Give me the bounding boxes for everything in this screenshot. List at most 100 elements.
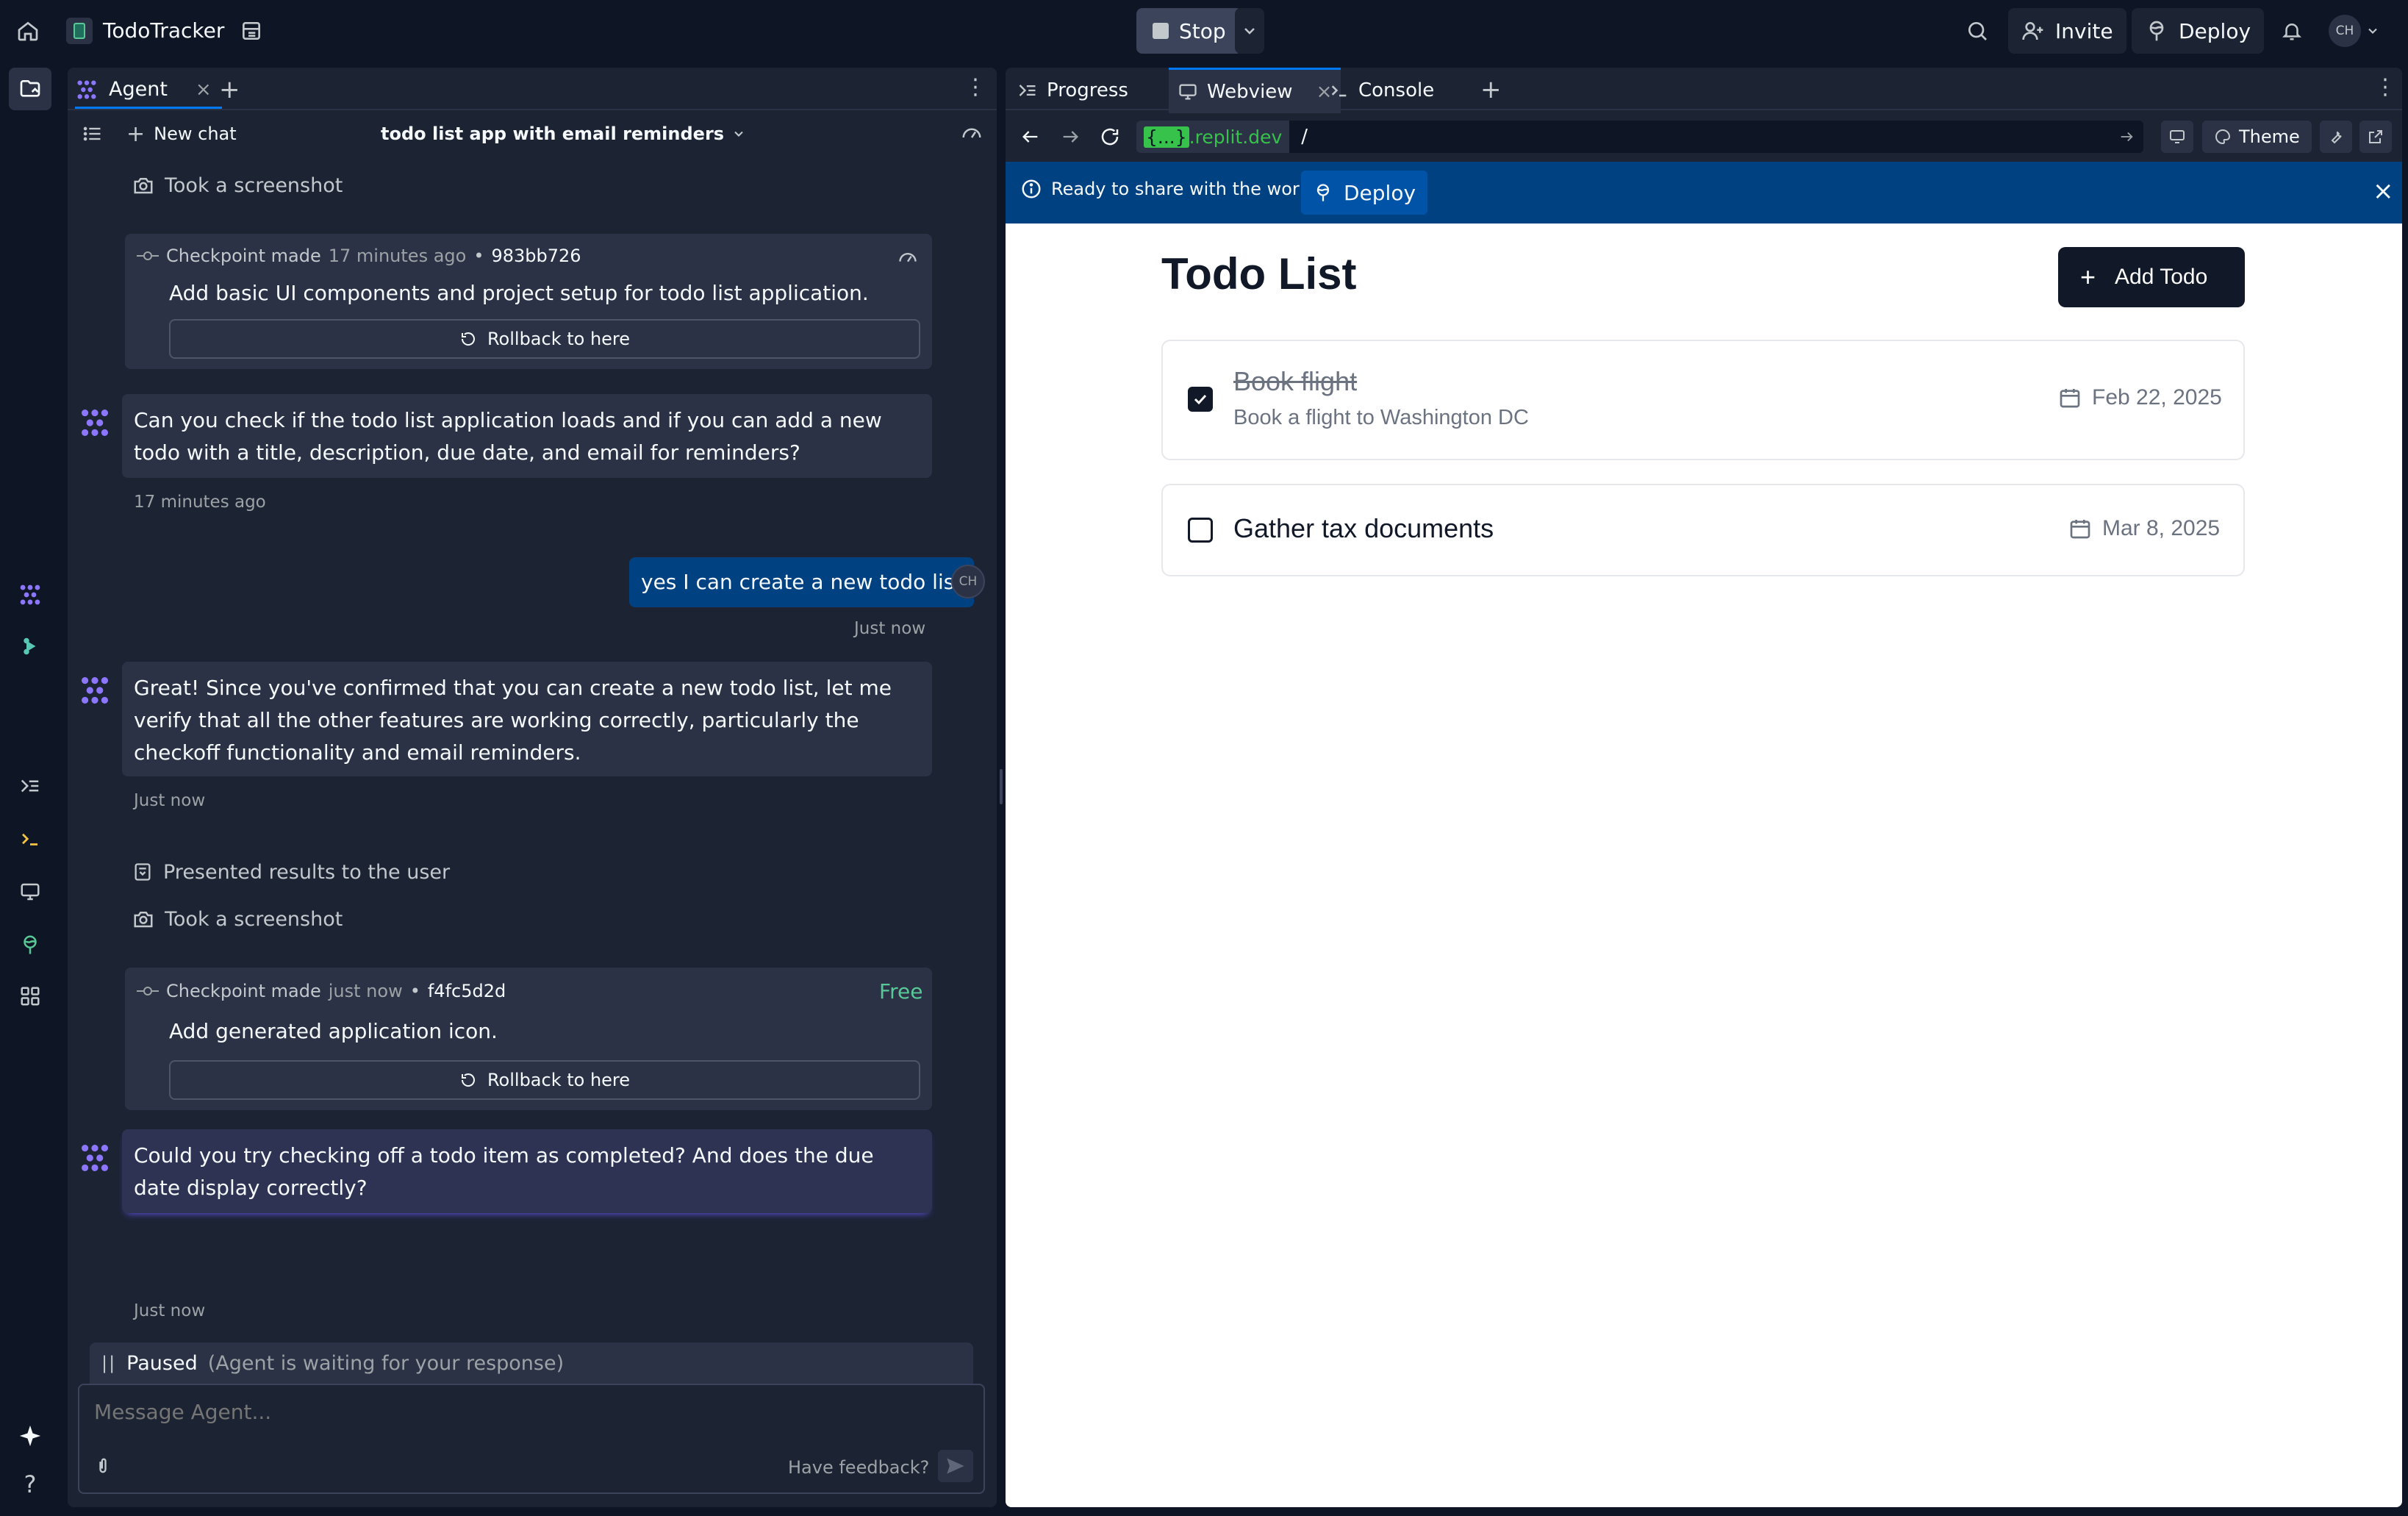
agent-speed-gauge-icon[interactable] <box>957 119 986 149</box>
agent-message: Great! Since you've confirmed that you c… <box>122 662 932 776</box>
agent-message: Can you check if the todo list applicati… <box>122 394 932 478</box>
chat-title-dropdown[interactable]: todo list app with email reminders <box>381 119 746 149</box>
theme-label: Theme <box>2239 126 2300 147</box>
invite-button[interactable]: Invite <box>2008 8 2126 54</box>
tool-tab-bar: Progress Webview × Console + ⋮ <box>1006 68 2402 113</box>
rollback-button[interactable]: Rollback to here <box>169 1060 920 1100</box>
checkpoint-hash[interactable]: f4fc5d2d <box>428 981 506 1001</box>
camera-icon <box>134 912 153 928</box>
app-name[interactable]: TodoTracker <box>103 16 224 46</box>
search-icon[interactable] <box>1963 16 1992 46</box>
todo-checkbox-checked[interactable] <box>1188 387 1213 412</box>
deploy-button[interactable]: Deploy <box>2132 8 2265 54</box>
go-arrow-icon[interactable] <box>2118 129 2135 145</box>
files-icon[interactable] <box>9 68 51 110</box>
checkpoint-description: Add generated application icon. <box>169 1019 498 1043</box>
checkpoint-description: Add basic UI components and project setu… <box>169 281 869 305</box>
url-domain-chip[interactable]: {...} .replit.dev <box>1136 121 1290 153</box>
deployments-tool-icon[interactable] <box>9 926 51 963</box>
chevron-down-icon <box>734 131 743 137</box>
tab-agent[interactable]: Agent × <box>75 72 222 109</box>
chat-history-list-icon[interactable] <box>78 119 107 149</box>
stop-label: Stop <box>1179 18 1226 43</box>
device-preview-icon[interactable] <box>2161 121 2193 153</box>
progress-icon <box>1019 85 1036 96</box>
back-arrow-icon[interactable] <box>1016 122 1045 151</box>
deploy-icon <box>2149 21 2164 41</box>
new-chat-button[interactable]: + New chat <box>126 119 237 149</box>
progress-tool-icon[interactable] <box>9 768 51 804</box>
home-icon[interactable] <box>13 16 43 46</box>
tab-more-icon[interactable]: ⋮ <box>964 76 986 99</box>
help-icon[interactable]: ? <box>9 1466 51 1503</box>
feedback-link[interactable]: Have feedback? <box>788 1457 929 1478</box>
devtools-wrench-icon[interactable] <box>2320 121 2352 153</box>
rollback-button[interactable]: Rollback to here <box>169 319 920 359</box>
message-timestamp: Just now <box>134 1301 206 1320</box>
todo-item: Book flight Book a flight to Washington … <box>1161 340 2245 460</box>
forward-arrow-icon[interactable] <box>1056 122 1085 151</box>
checkpoint-speed-gauge-icon <box>895 246 920 271</box>
add-tab-icon[interactable]: + <box>1480 75 1502 104</box>
workspace-layout-icon[interactable] <box>237 16 266 46</box>
theme-button[interactable]: Theme <box>2202 121 2312 153</box>
open-external-icon[interactable] <box>2359 121 2392 153</box>
todo-due-date: Mar 8, 2025 <box>2068 516 2220 541</box>
add-todo-label: Add Todo <box>2115 265 2208 289</box>
tab-more-icon[interactable]: ⋮ <box>2374 76 2396 99</box>
deploy-banner: Ready to share with the world? Deploy × <box>1006 162 2402 224</box>
banner-deploy-button[interactable]: Deploy <box>1301 171 1428 215</box>
sparkle-icon[interactable] <box>9 1417 51 1454</box>
todo-date: Mar 8, 2025 <box>2102 516 2221 540</box>
banner-message: Ready to share with the world? <box>1020 178 1325 200</box>
palette-icon <box>2215 129 2231 145</box>
user-plus-icon <box>2022 22 2043 40</box>
all-tools-grid-icon[interactable] <box>9 978 51 1015</box>
url-bar[interactable]: {...} .replit.dev / <box>1136 121 2143 153</box>
stop-dropdown-chevron-icon[interactable] <box>1235 8 1264 54</box>
console-icon <box>1331 85 1347 97</box>
close-icon[interactable]: × <box>2373 176 2394 206</box>
user-menu[interactable]: CH <box>2329 15 2380 47</box>
add-todo-button[interactable]: + Add Todo <box>2058 247 2245 307</box>
assistant-tool-icon[interactable] <box>9 628 51 665</box>
attach-paperclip-icon[interactable] <box>88 1451 118 1481</box>
notifications-bell-icon[interactable] <box>2277 16 2307 46</box>
reload-icon[interactable] <box>1095 122 1125 151</box>
page-title: Todo List <box>1161 249 1357 298</box>
todo-description: Book a flight to Washington DC <box>1233 406 1529 429</box>
plus-icon: + <box>126 121 146 147</box>
agent-tool-icon[interactable] <box>9 576 51 613</box>
tab-webview[interactable]: Webview × <box>1169 68 1341 113</box>
todo-checkbox-unchecked[interactable] <box>1188 518 1213 543</box>
checkpoint-hash[interactable]: 983bb726 <box>491 246 581 266</box>
tab-progress-label: Progress <box>1047 79 1128 101</box>
webview-tool-icon[interactable] <box>9 873 51 910</box>
agent-avatar-icon <box>78 673 112 707</box>
presented-results-action: Presented results to the user <box>132 857 450 887</box>
stop-button[interactable]: Stop <box>1136 8 1242 54</box>
close-icon[interactable]: × <box>196 79 212 101</box>
separator-dot: • <box>409 981 420 1001</box>
tab-console[interactable]: Console <box>1329 68 1434 113</box>
url-path[interactable]: / <box>1301 126 1308 148</box>
url-domain-prefix: {...} <box>1144 126 1189 148</box>
tab-progress[interactable]: Progress <box>1017 68 1128 113</box>
checkpoint-header: Checkpoint made 17 minutes ago • 983bb72… <box>137 246 581 266</box>
add-tab-icon[interactable]: + <box>219 75 240 104</box>
banner-deploy-label: Deploy <box>1344 180 1416 205</box>
invite-label: Invite <box>2055 18 2113 43</box>
top-bar: TodoTracker Stop Invite Deploy CH <box>0 0 2408 62</box>
chat-title: todo list app with email reminders <box>381 124 725 144</box>
message-timestamp: Just now <box>134 791 206 810</box>
panel-resize-handle[interactable] <box>1000 769 1003 804</box>
console-tool-icon[interactable] <box>9 820 51 857</box>
banner-text: Ready to share with the world? <box>1051 179 1325 199</box>
send-icon[interactable] <box>938 1450 973 1482</box>
info-icon <box>1022 179 1041 199</box>
took-screenshot-action: Took a screenshot <box>132 904 343 934</box>
message-input[interactable] <box>94 1395 961 1428</box>
calendar-icon <box>2070 520 2090 539</box>
tab-agent-label: Agent <box>109 78 168 101</box>
todo-title: Gather tax documents <box>1233 513 1494 543</box>
